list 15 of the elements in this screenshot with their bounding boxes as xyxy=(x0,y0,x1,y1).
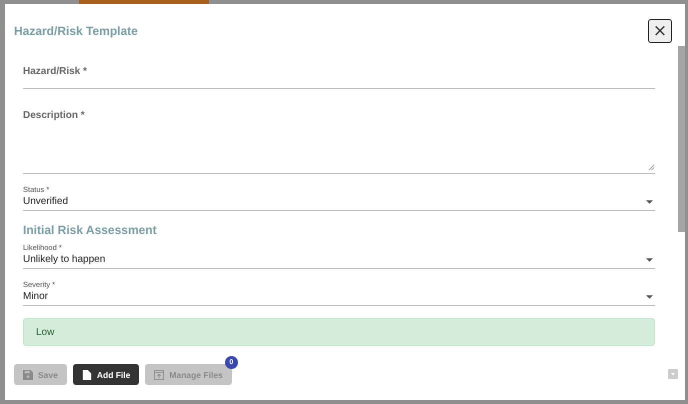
scrollbar-thumb[interactable] xyxy=(678,46,685,232)
caret-icon xyxy=(646,258,653,262)
hazard-risk-field[interactable]: Hazard/Risk * xyxy=(23,66,655,89)
description-field[interactable]: Description * xyxy=(23,110,655,174)
risk-level-alert: Low xyxy=(23,318,655,346)
document-icon xyxy=(82,370,92,380)
scroll-down-icon[interactable] xyxy=(668,369,678,379)
dialog-title: Hazard/Risk Template xyxy=(14,24,138,38)
section-heading: Initial Risk Assessment xyxy=(23,223,158,237)
caret-icon xyxy=(646,294,653,298)
close-button[interactable]: × xyxy=(648,19,672,43)
caret-icon xyxy=(646,200,653,204)
add-file-button[interactable]: Add File xyxy=(72,364,140,385)
upload-window-icon xyxy=(154,370,164,380)
resize-handle-icon[interactable] xyxy=(648,164,655,171)
